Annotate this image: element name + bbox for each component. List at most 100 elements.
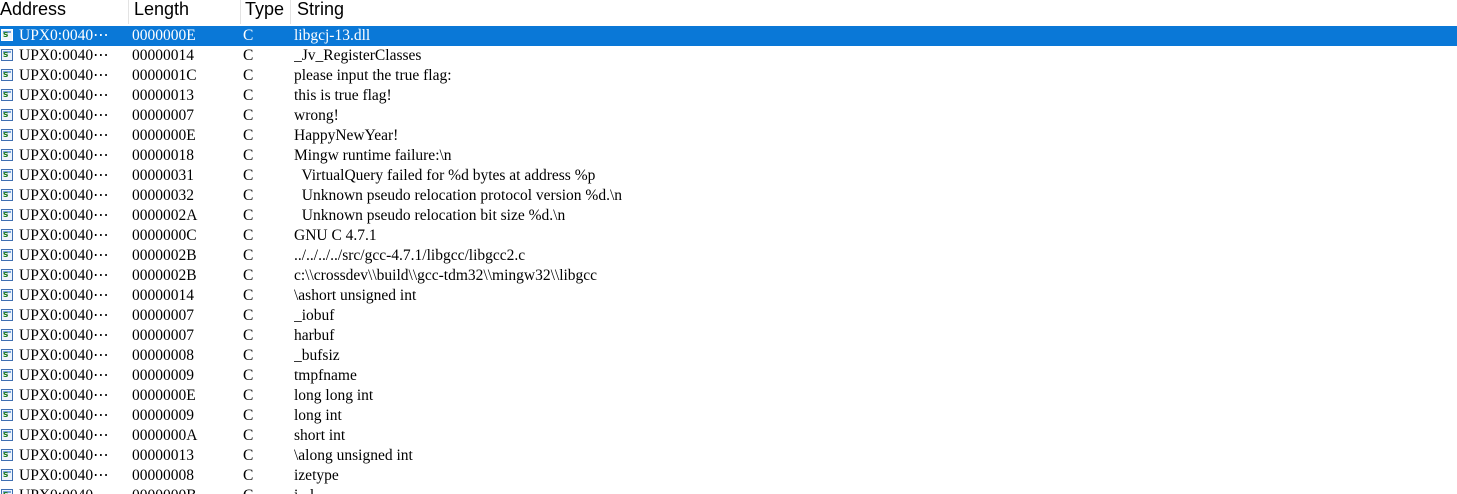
length-cell: 0000002B bbox=[132, 267, 197, 284]
type-cell: C bbox=[243, 486, 283, 494]
address-cell: UPX0:0040⋯ bbox=[19, 227, 109, 244]
address-cell: UPX0:0040⋯ bbox=[19, 167, 109, 184]
type-cell: C bbox=[243, 87, 254, 104]
type-cell: C bbox=[243, 467, 254, 484]
string-cell: izetype bbox=[294, 467, 339, 484]
column-header-type[interactable]: Type bbox=[245, 0, 289, 22]
length-cell: 0000000E bbox=[132, 387, 196, 404]
string-cell: \ashort unsigned int bbox=[294, 287, 417, 304]
string-cell: Unknown pseudo relocation protocol versi… bbox=[294, 187, 623, 204]
string-literal-icon bbox=[1, 49, 13, 61]
address-cell: UPX0:0040⋯ bbox=[19, 447, 109, 464]
length-cell: 00000014 bbox=[132, 47, 194, 64]
table-row[interactable]: UPX0:0040⋯ 0000000C C GNU C 4.7.1 bbox=[0, 226, 1457, 246]
type-cell: C bbox=[243, 267, 254, 284]
string-cell: short int bbox=[294, 427, 346, 444]
address-cell: UPX0:0040⋯ bbox=[19, 267, 109, 284]
address-cell: UPX0:0040⋯ bbox=[19, 87, 109, 104]
string-cell: c:\\crossdev\\build\\gcc-tdm32\\mingw32\… bbox=[294, 267, 598, 284]
string-literal-icon bbox=[1, 309, 13, 321]
type-cell: C bbox=[243, 127, 254, 144]
type-cell: C bbox=[243, 387, 254, 404]
icon-cell bbox=[1, 206, 15, 226]
table-row[interactable]: UPX0:0040⋯ 0000002B Cc:\\crossdev\\build\\… bbox=[0, 266, 1457, 286]
string-literal-icon bbox=[1, 69, 13, 81]
string-literal-icon bbox=[1, 129, 13, 141]
table-row[interactable]: UPX0:0040⋯ 00000009 Ctmpfname bbox=[0, 366, 1457, 386]
table-row[interactable]: UPX0:0040⋯ 00000032 C Unknown pseudo reloc… bbox=[0, 186, 1457, 206]
length-cell: 00000007 bbox=[132, 307, 194, 324]
address-cell: UPX0:0040⋯ bbox=[19, 27, 109, 44]
string-cell: Unknown pseudo relocation bit size %d.\n bbox=[294, 207, 566, 224]
icon-cell bbox=[1, 306, 15, 326]
table-row[interactable]: UPX0:0040⋯ 00000008 Cizetype bbox=[0, 466, 1457, 486]
string-cell: long int bbox=[294, 407, 342, 424]
string-cell: tmpfname bbox=[294, 367, 357, 384]
table-row[interactable]: UPX0:0040⋯ 00000009 Clong int bbox=[0, 406, 1457, 426]
string-cell: wrong! bbox=[294, 107, 339, 124]
icon-cell bbox=[1, 326, 15, 346]
string-literal-icon bbox=[1, 389, 13, 401]
length-cell: 0000002B bbox=[132, 247, 197, 264]
table-row[interactable]: UPX0:0040⋯ 00000018 C Mingw runtime failure… bbox=[0, 146, 1457, 166]
table-row[interactable]: UPX0:0040⋯ 0000002A C Unknown pseudo reloc… bbox=[0, 206, 1457, 226]
column-divider[interactable] bbox=[240, 0, 241, 24]
address-cell: UPX0:0040⋯ bbox=[19, 107, 109, 124]
string-cell: long long int bbox=[294, 387, 374, 404]
address-cell: UPX0:0040⋯ bbox=[19, 247, 109, 264]
string-cell: Mingw runtime failure:\n bbox=[294, 147, 452, 164]
table-row[interactable]: UPX0:0040⋯ 00000013 C \along unsigned int bbox=[0, 446, 1457, 466]
address-cell: UPX0:0040⋯ bbox=[19, 427, 109, 444]
type-cell: C bbox=[243, 407, 254, 424]
length-cell: 00000007 bbox=[132, 327, 194, 344]
string-cell: please input the true flag: bbox=[294, 67, 452, 84]
address-cell: UPX0:0040⋯ bbox=[19, 127, 109, 144]
column-header-length[interactable]: Length bbox=[134, 0, 238, 22]
string-cell: _iobuf bbox=[294, 307, 335, 324]
table-row[interactable]: UPX0:0040⋯ 0000002B C ../../../../src/gcc-4… bbox=[0, 246, 1457, 266]
length-cell: 00000007 bbox=[132, 107, 194, 124]
address-cell: UPX0:0040⋯ bbox=[19, 47, 109, 64]
type-cell: C bbox=[243, 347, 254, 364]
icon-cell bbox=[1, 46, 15, 66]
length-cell: 0000002A bbox=[132, 207, 198, 224]
type-cell: C bbox=[243, 427, 254, 444]
column-header-string[interactable]: String bbox=[297, 0, 897, 22]
table-row[interactable]: UPX0:0040⋯ 0000001C Cplease input the true… bbox=[0, 66, 1457, 86]
address-cell: UPX0:0040⋯ bbox=[19, 407, 109, 424]
column-header-address[interactable]: Address bbox=[0, 0, 126, 22]
type-cell: C bbox=[243, 287, 254, 304]
column-divider[interactable] bbox=[128, 0, 129, 24]
address-cell: UPX0:0040⋯ bbox=[19, 187, 109, 204]
table-row[interactable]: UPX0:0040⋯ 0000000E Clong long int bbox=[0, 386, 1457, 406]
table-row[interactable]: UPX0:0040⋯ 00000031 C VirtualQuery failed … bbox=[0, 166, 1457, 186]
table-row[interactable]: UPX0:0040⋯ 0000000E C HappyNewYear! bbox=[0, 126, 1457, 146]
address-cell: UPX0:0040⋯ bbox=[19, 207, 109, 224]
table-row[interactable]: UPX0:0040⋯ 00000007 Cwrong! bbox=[0, 106, 1457, 126]
address-cell: UPX0:0040⋯ bbox=[19, 327, 109, 344]
string-cell: _Jv_RegisterClasses bbox=[294, 47, 422, 64]
length-cell: 00000013 bbox=[132, 87, 194, 104]
table-row[interactable]: UPX0:0040⋯ 00000008 C _bufsiz bbox=[0, 346, 1457, 366]
table-row[interactable]: UPX0:0040⋯ 00000013 Cthis is true flag! bbox=[0, 86, 1457, 106]
column-divider[interactable] bbox=[290, 0, 291, 24]
table-row[interactable]: UPX0:0040⋯ 0000000E Clibgcj-13.dll bbox=[0, 26, 1457, 46]
table-row[interactable]: UPX0:0040⋯ 00000014 C _Jv_RegisterClasses bbox=[0, 46, 1457, 66]
table-row[interactable]: UPX0:0040⋯ 0000000A Cshort int bbox=[0, 426, 1457, 446]
address-cell: UPX0:0040⋯ bbox=[19, 387, 109, 404]
table-row[interactable]: UPX0:0040⋯ 00000007 C _iobuf bbox=[0, 306, 1457, 326]
address-cell: UPX0:0040⋯ bbox=[19, 467, 109, 484]
string-literal-icon bbox=[1, 109, 13, 121]
string-literal-icon bbox=[1, 469, 13, 481]
string-cell: i...l... bbox=[294, 486, 1444, 494]
table-row[interactable]: UPX0:0040⋯ 00000014 C \ashort unsigned int bbox=[0, 286, 1457, 306]
table-row[interactable]: UPX0:0040⋯0000000B Ci...l... bbox=[0, 486, 1457, 494]
table-row[interactable]: UPX0:0040⋯ 00000007 Charbuf bbox=[0, 326, 1457, 346]
length-cell: 00000032 bbox=[132, 187, 194, 204]
icon-cell bbox=[1, 246, 15, 266]
strings-table-body: UPX0:0040⋯0000000EClibgcj-13.dllUPX0:004… bbox=[0, 26, 1457, 494]
length-cell: 00000009 bbox=[132, 367, 194, 384]
length-cell: 00000031 bbox=[132, 167, 194, 184]
address-cell: UPX0:0040⋯ bbox=[19, 307, 109, 324]
length-cell: 00000014 bbox=[132, 287, 194, 304]
